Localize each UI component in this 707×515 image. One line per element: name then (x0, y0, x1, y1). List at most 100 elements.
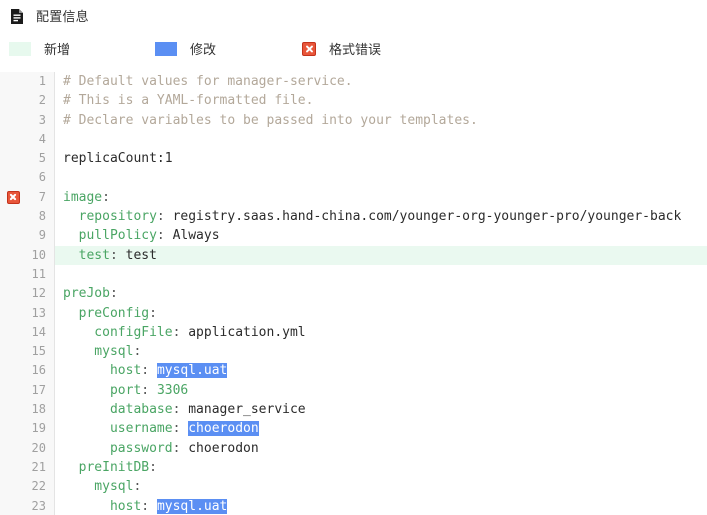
code-line-row[interactable]: 11​ (0, 264, 707, 285)
line-number: 8 (26, 207, 54, 227)
line-marker-slot (0, 91, 26, 111)
line-number: 23 (26, 496, 54, 515)
line-marker-slot (0, 245, 26, 265)
line-marker-slot (0, 264, 26, 285)
code-line-row[interactable]: 5 replicaCount:1 (0, 149, 707, 169)
line-number: 5 (26, 149, 54, 169)
code-token: host (63, 363, 142, 379)
changed-value-highlight: mysql.uat (156, 498, 228, 514)
code-line-row[interactable]: 6​ (0, 168, 707, 188)
code-line-row[interactable]: 22 mysql: (0, 477, 707, 497)
line-number: 22 (26, 477, 54, 497)
code-line-text: port: 3306 (55, 381, 707, 400)
code-line-text: preInitDB: (55, 458, 707, 477)
code-line-row[interactable]: 13 preConfig: (0, 303, 707, 323)
legend-item-error: 格式错误 (302, 32, 381, 66)
code-line-row[interactable]: 12 preJob: (0, 284, 707, 304)
legend-item-changed: 修改 (155, 32, 302, 66)
code-line-text: database: manager_service (55, 400, 707, 419)
code-token: : (172, 440, 189, 456)
line-number: 15 (26, 342, 54, 362)
code-line-text: username: choerodon (55, 419, 707, 438)
line-marker-slot (0, 207, 26, 227)
legend-label-added: 新增 (44, 41, 71, 57)
line-number: 11 (26, 264, 54, 285)
code-token: port (63, 382, 142, 398)
code-line-row[interactable]: 20 password: choerodon (0, 438, 707, 458)
line-marker-slot (0, 438, 26, 458)
line-marker-slot (0, 361, 26, 381)
code-token: : (149, 459, 157, 475)
code-line-row[interactable]: 16 host: mysql.uat (0, 361, 707, 381)
line-number: 14 (26, 322, 54, 343)
line-marker-slot (0, 400, 26, 420)
line-number: 16 (26, 361, 54, 381)
yaml-code-viewer[interactable]: 1 # Default values for manager-service. 2 #… (0, 66, 707, 515)
code-line-row[interactable]: 10 test: test (0, 245, 707, 265)
code-line-row[interactable]: 23 host: mysql.uat (0, 496, 707, 515)
code-line-row[interactable]: 2 # This is a YAML-formatted file. (0, 91, 707, 111)
code-token: mysql (63, 479, 134, 495)
line-number: 10 (26, 245, 54, 265)
code-line-row[interactable]: 8 repository: registry.saas.hand-china.c… (0, 207, 707, 227)
code-line-row[interactable]: 18 database: manager_service (0, 400, 707, 420)
code-line-row[interactable]: 4​ (0, 129, 707, 150)
code-line-row[interactable]: 7 image: (0, 187, 707, 208)
code-token: : (149, 305, 157, 321)
line-error-marker[interactable] (0, 187, 26, 208)
line-number: 18 (26, 400, 54, 420)
code-line-text: configFile: application.yml (55, 323, 707, 342)
code-token: pullPolicy (63, 228, 157, 244)
panel-header: 配置信息 (0, 0, 707, 32)
code-token: : (133, 344, 142, 360)
code-line-list: 1 # Default values for manager-service. 2 #… (0, 66, 707, 515)
line-marker-slot (0, 284, 26, 304)
code-token: : (172, 421, 189, 437)
line-number: 2 (26, 91, 54, 111)
code-line-text: ​ (55, 130, 707, 149)
line-marker-slot (0, 129, 26, 150)
blue-swatch-icon (155, 42, 177, 56)
code-token: test (63, 247, 110, 263)
legend-bar: 新增 修改 格式错误 (0, 32, 707, 66)
code-line-text: mysql: (55, 342, 707, 361)
code-token: : (172, 402, 189, 418)
line-marker-slot (0, 419, 26, 439)
code-line-row[interactable]: 14 configFile: application.yml (0, 322, 707, 343)
line-marker-slot (0, 496, 26, 515)
error-x-icon (6, 190, 20, 204)
code-token: host (63, 498, 142, 514)
code-line-row[interactable]: 3 # Declare variables to be passed into y… (0, 110, 707, 130)
code-token: choerodon (188, 440, 259, 456)
code-line-text: host: mysql.uat (55, 497, 707, 515)
line-marker-slot (0, 226, 26, 246)
code-line-row[interactable]: 1 # Default values for manager-service. (0, 72, 707, 92)
code-token: preJob (63, 286, 110, 302)
code-line-row[interactable]: 17 port: 3306 (0, 380, 707, 401)
code-token: # This is a YAML-formatted file. (63, 93, 314, 109)
line-number: 1 (26, 72, 54, 92)
code-token: repository (63, 209, 157, 225)
changed-value-highlight: mysql.uat (156, 363, 228, 379)
line-marker-slot (0, 72, 26, 92)
line-marker-slot (0, 477, 26, 497)
legend-label-error: 格式错误 (329, 41, 382, 57)
code-token: database (63, 402, 173, 418)
code-line-text: preJob: (55, 284, 707, 303)
code-line-text: # This is a YAML-formatted file. (55, 91, 707, 110)
code-token: preInitDB (63, 459, 150, 475)
code-token: : (109, 286, 118, 302)
code-line-text: replicaCount:1 (55, 149, 707, 168)
code-token: : (102, 189, 110, 205)
code-line-row[interactable]: 21 preInitDB: (0, 457, 707, 478)
code-line-text: repository: registry.saas.hand-china.com… (55, 207, 707, 226)
code-line-row[interactable]: 19 username: choerodon (0, 419, 707, 439)
code-line-row[interactable]: 9 pullPolicy: Always (0, 226, 707, 246)
line-marker-slot (0, 457, 26, 478)
line-marker-slot (0, 322, 26, 343)
line-number: 17 (26, 380, 54, 401)
code-line-text: ​ (55, 265, 707, 284)
line-number: 13 (26, 303, 54, 323)
code-line-row[interactable]: 15 mysql: (0, 342, 707, 362)
code-token: Always (172, 228, 220, 244)
